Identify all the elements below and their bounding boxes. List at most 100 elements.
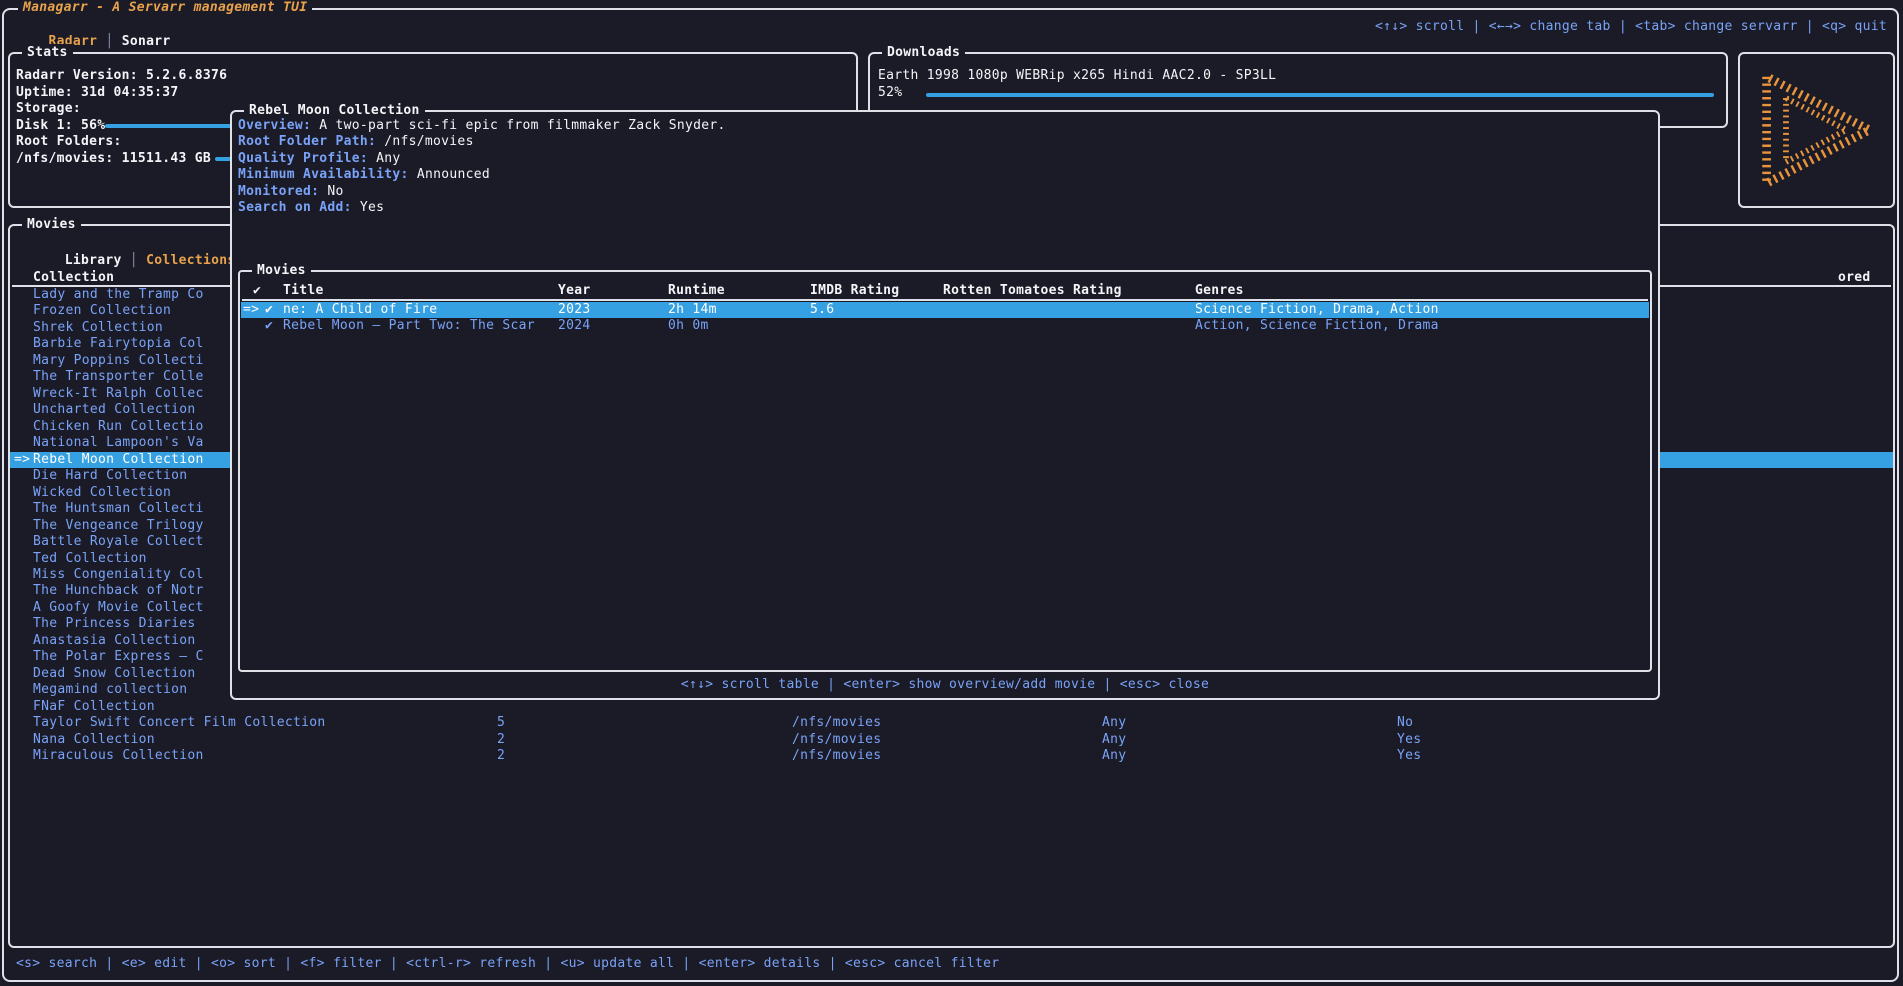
- field-monitored: Monitored: No: [238, 184, 726, 200]
- movie-year: 2024: [558, 318, 591, 334]
- field-search-on-add: Search on Add: Yes: [238, 200, 726, 216]
- download-progress-gauge: [926, 93, 1714, 97]
- field-value: Yes: [360, 200, 384, 215]
- field-overview: Overview: A two-part sci-fi epic from fi…: [238, 118, 726, 134]
- collection-overview-fields: Overview: A two-part sci-fi epic from fi…: [238, 118, 726, 217]
- collection-name: Wreck-It Ralph Collec: [33, 386, 204, 402]
- field-label: Root Folder Path:: [238, 134, 376, 149]
- collection-name: Shrek Collection: [33, 320, 163, 336]
- collection-row[interactable]: FNaF Collection: [10, 699, 1893, 715]
- movie-genres: Science Fiction, Drama, Action: [1195, 302, 1439, 318]
- disk-usage: Disk 1: 56%: [16, 118, 105, 133]
- collection-column-header: Collection: [33, 270, 114, 285]
- collection-name: The Vengeance Trilogy: [33, 518, 204, 534]
- collection-root-folder: /nfs/movies: [792, 748, 881, 764]
- collection-row[interactable]: Miraculous Collection 2/nfs/movies Any Yes: [10, 748, 1893, 764]
- tab-separator: │: [105, 34, 113, 49]
- collection-quality-profile: Any: [1102, 748, 1126, 764]
- tab-separator: │: [130, 253, 138, 268]
- header-title: Title: [283, 283, 324, 298]
- uptime: Uptime: 31d 04:35:37: [16, 85, 179, 100]
- collection-name: Chicken Run Collectio: [33, 419, 204, 435]
- collection-movie-count: 2: [497, 748, 505, 764]
- collection-movie-count: 5: [497, 715, 505, 731]
- modal-movies-table: Movies ✔ Title Year Runtime IMDB Rating …: [238, 270, 1652, 672]
- collection-name: Uncharted Collection: [33, 402, 196, 418]
- field-label: Quality Profile:: [238, 151, 368, 166]
- collection-name: The Transporter Colle: [33, 369, 204, 385]
- collection-row[interactable]: Taylor Swift Concert Film Collection5/nf…: [10, 715, 1893, 731]
- collection-name: A Goofy Movie Collect: [33, 600, 204, 616]
- collection-name: Frozen Collection: [33, 303, 171, 319]
- selection-arrow: =>: [243, 302, 259, 318]
- movie-row-selected[interactable]: => ✔ ne: A Child of Fire 2023 2h 14m 5.6…: [241, 302, 1649, 318]
- movies-table-header-row: ✔ Title Year Runtime IMDB Rating Rotten …: [240, 283, 1650, 299]
- movie-runtime: 2h 14m: [668, 302, 717, 318]
- logo-panel: [1738, 52, 1895, 208]
- root-folders-label: Root Folders:: [16, 134, 122, 149]
- field-label: Minimum Availability:: [238, 167, 409, 182]
- field-value: /nfs/movies: [384, 134, 473, 149]
- collection-row[interactable]: Nana Collection2/nfs/moviesAnyYes: [10, 732, 1893, 748]
- collection-name: Miraculous Collection: [33, 748, 204, 764]
- collection-quality-profile: Any: [1102, 715, 1126, 731]
- movie-title: ne: A Child of Fire: [283, 302, 437, 318]
- movie-row[interactable]: ✔ Rebel Moon – Part Two: The Scar 2024 0…: [241, 318, 1649, 334]
- collection-name: Die Hard Collection: [33, 468, 187, 484]
- field-value: Any: [376, 151, 400, 166]
- collection-name: Rebel Moon Collection: [33, 452, 204, 468]
- tab-sonarr[interactable]: Sonarr: [122, 34, 171, 49]
- collection-monitored: Yes: [1397, 748, 1421, 764]
- top-help-bar: <↑↓> scroll | <←→> change tab | <tab> ch…: [1375, 19, 1887, 34]
- modal-title: Rebel Moon Collection: [244, 102, 425, 119]
- tab-library[interactable]: Library: [65, 253, 122, 268]
- field-root-folder: Root Folder Path: /nfs/movies: [238, 134, 726, 150]
- download-item-title: Earth 1998 1080p WEBRip x265 Hindi AAC2.…: [878, 68, 1276, 83]
- collection-name: National Lampoon's Va: [33, 435, 204, 451]
- collection-name: The Polar Express – C: [33, 649, 204, 665]
- managarr-logo-icon: [1749, 67, 1885, 193]
- collection-name: Anastasia Collection: [33, 633, 196, 649]
- collection-movie-count: 2: [497, 732, 505, 748]
- collection-name: Miss Congeniality Col: [33, 567, 204, 583]
- collection-name: The Princess Diaries: [33, 616, 196, 632]
- collection-name: The Hunchback of Notr: [33, 583, 204, 599]
- movie-genres: Action, Science Fiction, Drama: [1195, 318, 1439, 334]
- field-value: Announced: [417, 167, 490, 182]
- header-imdb-rating: IMDB Rating: [810, 283, 899, 298]
- header-monitored-check: ✔: [253, 283, 261, 298]
- storage-label: Storage:: [16, 101, 81, 116]
- downloads-panel-title: Downloads: [882, 44, 965, 61]
- app-title: Managarr - A Servarr management TUI: [18, 0, 312, 15]
- collection-name: Megamind collection: [33, 682, 187, 698]
- collection-name: Battle Royale Collect: [33, 534, 204, 550]
- field-quality-profile: Quality Profile: Any: [238, 151, 726, 167]
- movie-monitored-check: ✔: [265, 302, 273, 318]
- header-year: Year: [558, 283, 591, 298]
- field-label: Overview:: [238, 118, 311, 133]
- radarr-version: Radarr Version: 5.2.6.8376: [16, 68, 227, 83]
- collection-name: Wicked Collection: [33, 485, 171, 501]
- movies-panel-title: Movies: [22, 216, 81, 233]
- movie-year: 2023: [558, 302, 591, 318]
- modal-help-bar: <↑↓> scroll table | <enter> show overvie…: [232, 677, 1658, 692]
- tab-collections[interactable]: Collections: [146, 253, 235, 268]
- header-rotten-tomatoes-rating: Rotten Tomatoes Rating: [943, 283, 1122, 298]
- collection-root-folder: /nfs/movies: [792, 715, 881, 731]
- collection-name: Dead Snow Collection: [33, 666, 196, 682]
- header-runtime: Runtime: [668, 283, 725, 298]
- stats-panel-title: Stats: [22, 44, 73, 61]
- managarr-app: Managarr - A Servarr management TUI Rada…: [0, 0, 1903, 986]
- movies-table-rows: => ✔ ne: A Child of Fire 2023 2h 14m 5.6…: [241, 302, 1649, 335]
- field-minimum-availability: Minimum Availability: Announced: [238, 167, 726, 183]
- movies-table-header-underline: [242, 299, 1648, 301]
- bottom-help-bar: <s> search | <e> edit | <o> sort | <f> f…: [16, 956, 999, 971]
- root-folder-size: /nfs/movies: 11511.43 GB: [16, 151, 211, 166]
- collection-name: Barbie Fairytopia Col: [33, 336, 204, 352]
- field-label: Search on Add:: [238, 200, 352, 215]
- collection-monitored: No: [1397, 715, 1413, 731]
- collection-name: Nana Collection: [33, 732, 155, 748]
- collection-name: The Huntsman Collecti: [33, 501, 204, 517]
- collection-details-modal: Rebel Moon Collection Overview: A two-pa…: [230, 110, 1660, 700]
- movie-imdb-rating: 5.6: [810, 302, 834, 318]
